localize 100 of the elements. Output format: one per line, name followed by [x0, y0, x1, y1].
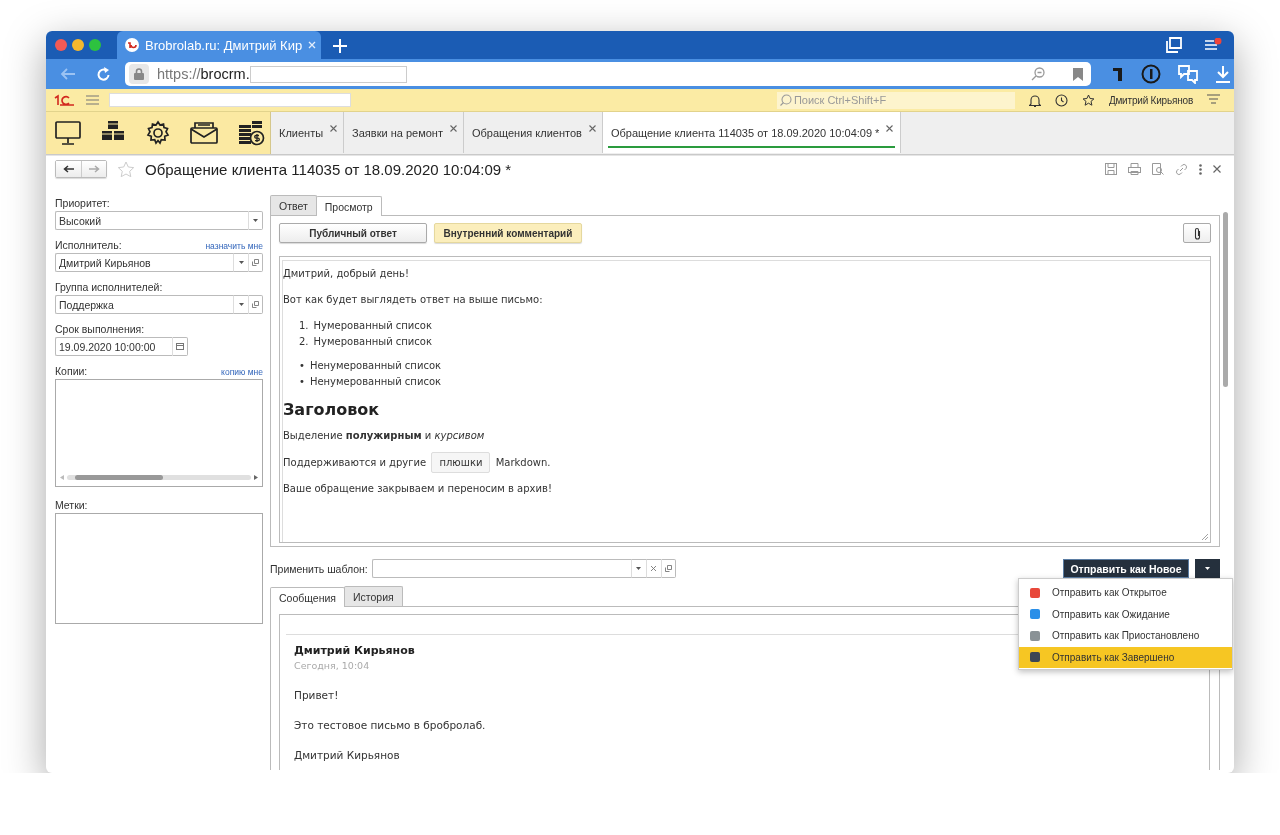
open-button[interactable] [248, 295, 263, 314]
list-marker: 1. [299, 319, 309, 333]
document-tab[interactable]: Обращения клиентов [463, 112, 603, 153]
search-icon [776, 91, 792, 109]
tabs-icon[interactable] [1166, 37, 1182, 53]
dropdown-button[interactable] [248, 211, 263, 230]
history-icon[interactable] [1054, 93, 1068, 107]
monitor-icon[interactable] [55, 120, 81, 146]
address-bar[interactable]: https://brocrm. [125, 62, 1091, 86]
caret-icon [1205, 567, 1210, 570]
resize-grip-icon[interactable] [1201, 533, 1208, 540]
reload-icon[interactable] [96, 66, 111, 82]
close-icon [588, 125, 596, 132]
user-name[interactable]: Дмитрий Кирьянов [1108, 94, 1193, 106]
envelope-icon[interactable] [190, 121, 218, 145]
calendar-icon [176, 343, 184, 350]
list-item: Ненумерованный список [309, 375, 442, 389]
message-text: Привет! [294, 689, 340, 701]
address-text: https://brocrm. [157, 66, 250, 82]
print-icon[interactable] [1128, 163, 1141, 175]
scroll-left-icon[interactable] [60, 475, 64, 480]
send-button[interactable]: Отправить как Новое [1063, 559, 1189, 578]
close-icon [449, 125, 457, 132]
back-button[interactable] [56, 161, 81, 177]
scroll-right-icon[interactable] [254, 475, 258, 480]
window-control[interactable] [89, 39, 101, 51]
tab[interactable]: Просмотр [315, 196, 382, 216]
zoom-icon[interactable] [1031, 67, 1045, 81]
paragraph: Markdown. [495, 457, 551, 468]
date-field[interactable]: 19.09.2020 10:00:00 [55, 337, 172, 356]
window-control[interactable] [55, 39, 67, 51]
coins-icon[interactable] [237, 120, 265, 146]
caret-icon [238, 303, 244, 306]
bookmark-icon[interactable] [1073, 67, 1083, 81]
template-field[interactable] [371, 559, 631, 578]
clear-icon [651, 566, 657, 571]
menu-item[interactable]: Отправить как Завершено [1019, 646, 1232, 668]
list-marker: 2. [299, 335, 309, 349]
field-label: Метки: [55, 499, 88, 511]
close-icon[interactable] [1213, 165, 1221, 173]
reply-type-button[interactable]: Публичный ответ [279, 223, 427, 243]
search-field[interactable]: Поиск Ctrl+Shift+F [791, 91, 1015, 109]
form-title: Обращение клиента 114035 от 18.09.2020 10:04:09 * [145, 160, 512, 178]
field-label: Применить шаблон: [270, 562, 368, 575]
reply-type-button[interactable]: Внутренний комментарий [434, 223, 582, 243]
close-icon [886, 125, 894, 132]
paragraph: Вот как будет выглядеть ответ на выше письмо: [283, 294, 544, 306]
select-field[interactable]: Поддержка [55, 295, 233, 314]
document-tab[interactable]: Клиенты [271, 112, 345, 153]
horizontal-scrollbar[interactable] [60, 474, 258, 481]
close-tab-button[interactable] [449, 125, 457, 132]
dropdown-button[interactable] [233, 253, 248, 272]
menu-item[interactable]: Отправить как Открытое [1019, 582, 1232, 604]
field-label: Приоритет: [55, 197, 110, 209]
download-icon[interactable] [1215, 65, 1231, 83]
document-tab[interactable]: Обращение клиента 114035 от 18.09.2020 10:04:09 * [602, 112, 902, 153]
document-tab[interactable]: Заявки на ремонт [344, 112, 464, 153]
star-icon[interactable] [1081, 93, 1095, 107]
calendar-button[interactable] [172, 337, 188, 356]
new-tab-icon[interactable] [333, 39, 347, 53]
bell-icon[interactable] [1028, 93, 1041, 107]
tab[interactable]: Ответ [270, 195, 317, 215]
list-marker: • [299, 359, 305, 373]
caret-icon [636, 567, 642, 570]
quick-fill-link[interactable]: назначить мне [205, 241, 263, 251]
menu-item[interactable]: Отправить как Ожидание [1019, 603, 1232, 625]
paragraph: Выделение полужирным и курсивом [283, 430, 486, 442]
select-field[interactable]: Высокий [55, 211, 248, 230]
field-label: Исполнитель: [55, 239, 122, 251]
menu-icon[interactable] [1204, 38, 1222, 52]
close-icon [330, 125, 338, 132]
preview-icon[interactable] [1152, 163, 1164, 175]
menu-item[interactable]: Отправить как Приостановлено [1019, 625, 1232, 647]
dropdown-button[interactable] [233, 295, 248, 314]
close-icon [308, 41, 317, 49]
list-box[interactable] [55, 513, 263, 624]
forward-arrow-icon [88, 165, 100, 173]
select-field[interactable]: Дмитрий Кирьянов [55, 253, 233, 272]
open-button[interactable] [248, 253, 263, 272]
favorite-star-icon[interactable] [117, 160, 135, 178]
settings-menu-icon[interactable] [1207, 94, 1220, 106]
back-icon[interactable] [60, 67, 76, 81]
window-control[interactable] [72, 39, 84, 51]
tab[interactable]: Сообщения [270, 587, 345, 607]
paperclip-icon [1193, 226, 1201, 240]
message-author: Дмитрий Кирьянов [294, 644, 416, 657]
settings-icon[interactable] [145, 120, 171, 146]
save-icon[interactable] [1105, 163, 1117, 175]
close-tab-button[interactable] [330, 125, 338, 132]
tab[interactable]: История [344, 586, 403, 606]
close-tab-button[interactable] [886, 125, 894, 132]
tab-title: Brobrolab.ru: Дмитрий Кир [145, 37, 303, 53]
caret-icon [253, 219, 258, 222]
close-tab-button[interactable] [588, 125, 596, 132]
attach-button[interactable] [1183, 223, 1211, 243]
favicon-icon [125, 38, 139, 52]
more-icon[interactable] [1199, 163, 1202, 175]
quick-fill-link[interactable]: копию мне [221, 367, 263, 377]
paragraph: Дмитрий, добрый день! [283, 268, 410, 280]
link-icon[interactable] [1175, 162, 1188, 176]
